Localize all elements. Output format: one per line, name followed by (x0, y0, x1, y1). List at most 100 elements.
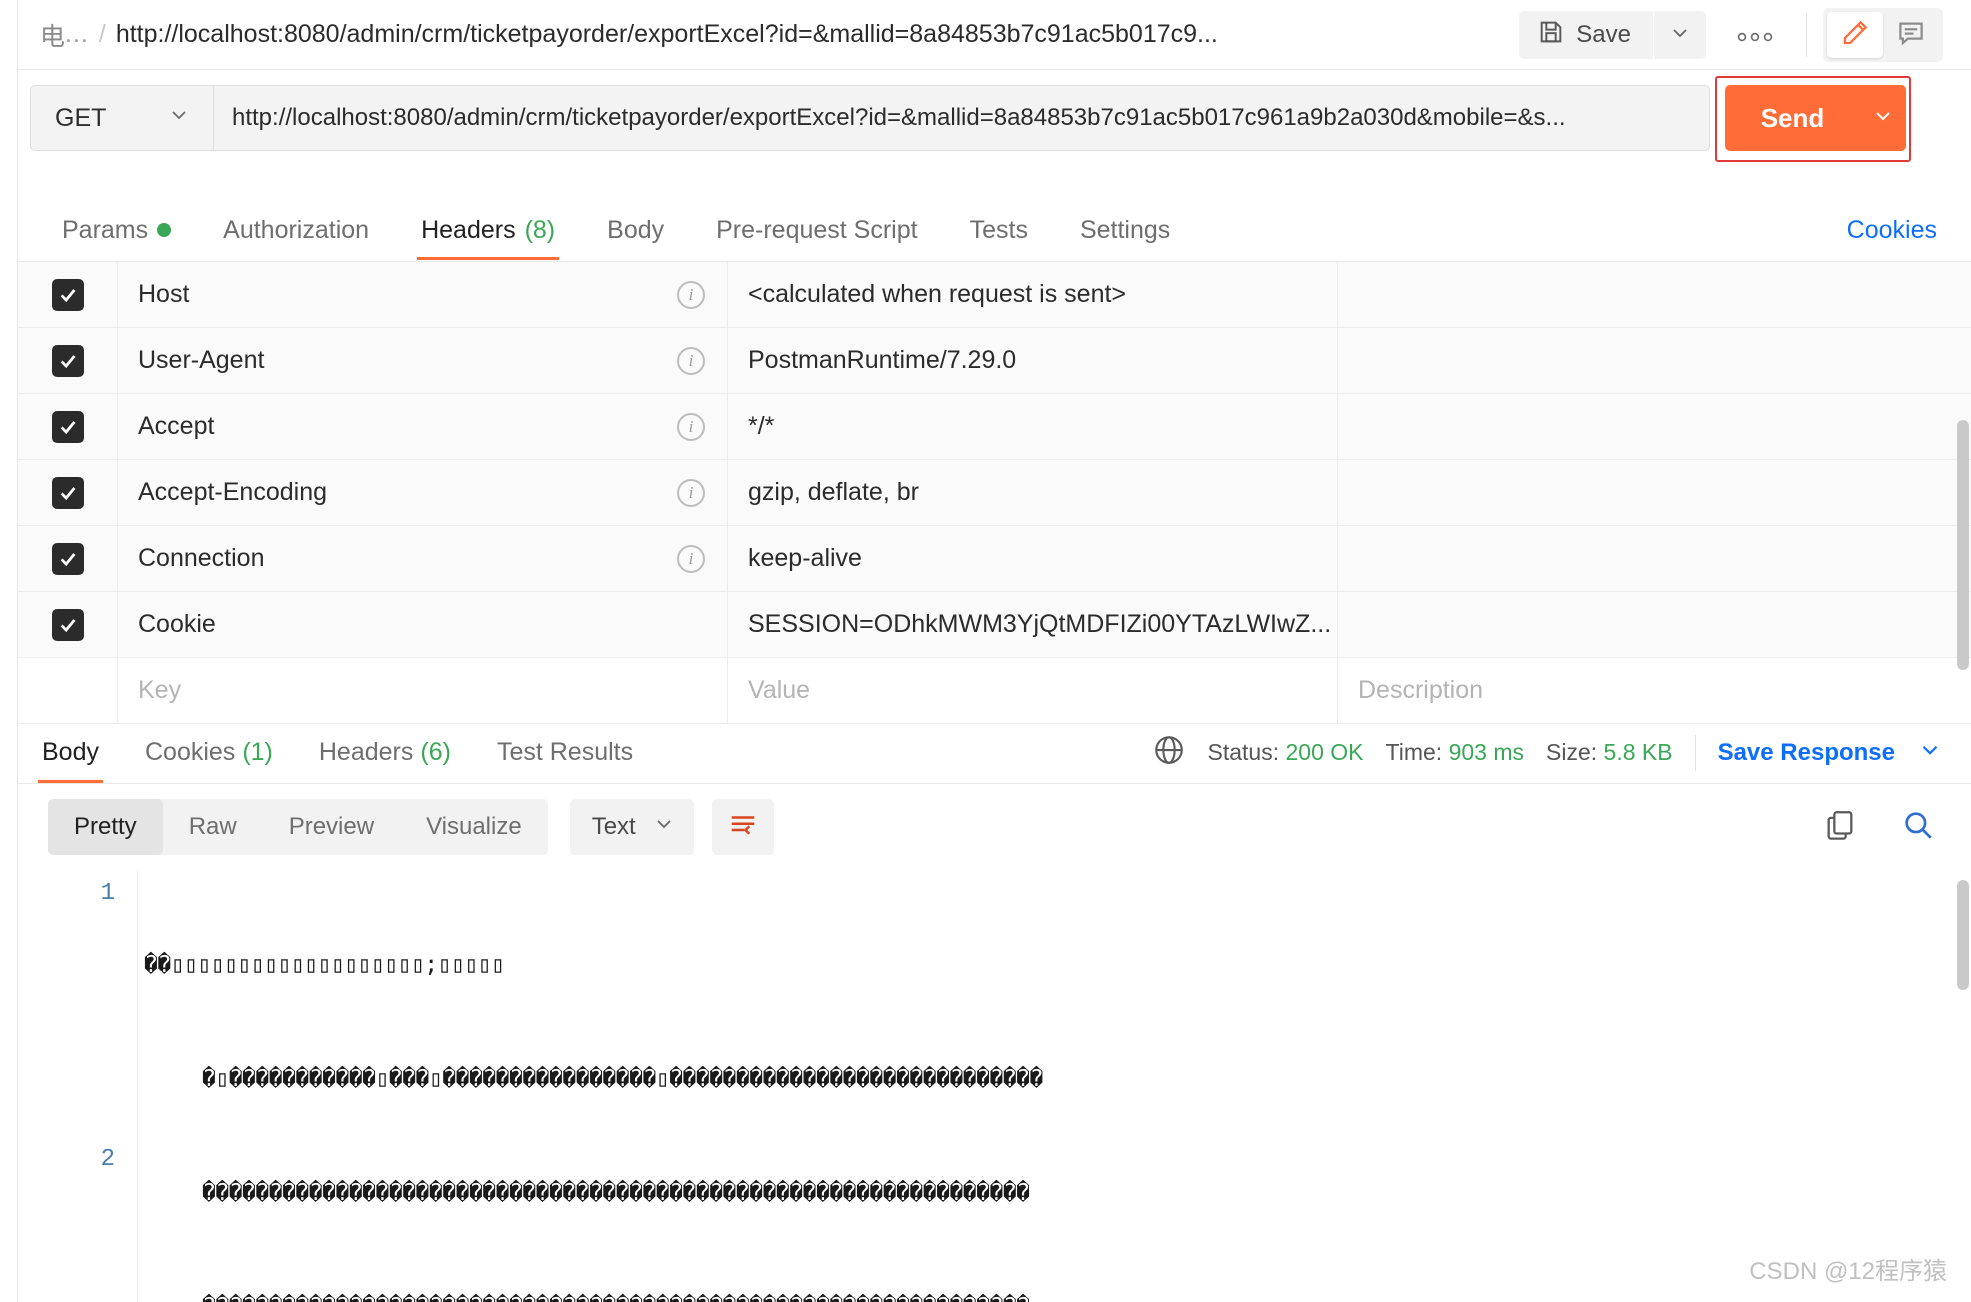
row-checkbox-cell (18, 658, 118, 723)
code-line: ����������������������������������������… (144, 1174, 1971, 1212)
top-bar: 电 ... / http://localhost:8080/admin/crm/… (18, 0, 1971, 70)
view-mode-visualize[interactable]: Visualize (400, 799, 548, 855)
word-wrap-button[interactable] (712, 799, 774, 855)
table-row: Connection i keep-alive (18, 526, 1971, 592)
header-enabled-checkbox[interactable] (52, 477, 84, 509)
header-enabled-checkbox[interactable] (52, 543, 84, 575)
url-input[interactable]: http://localhost:8080/admin/crm/ticketpa… (214, 86, 1709, 150)
header-enabled-checkbox[interactable] (52, 279, 84, 311)
info-icon[interactable]: i (677, 413, 705, 441)
response-tab-test-results[interactable]: Test Results (483, 723, 647, 783)
save-options-button[interactable] (1654, 11, 1706, 59)
copy-icon[interactable] (1823, 808, 1857, 847)
header-key-text: Accept (138, 412, 214, 441)
method-label: GET (55, 104, 106, 133)
breadcrumb-collection[interactable]: 电 (40, 17, 65, 53)
table-row: Accept-Encoding i gzip, deflate, br (18, 460, 1971, 526)
save-response-button[interactable]: Save Response (1718, 739, 1895, 767)
header-description-cell[interactable] (1338, 262, 1971, 327)
save-button[interactable]: Save (1519, 11, 1653, 59)
format-select-label: Text (592, 813, 636, 841)
header-value-cell[interactable]: PostmanRuntime/7.29.0 (728, 328, 1338, 393)
header-value-cell[interactable]: SESSION=ODhkMWM3YjQtMDFIZi00YTAzLWIwZ... (728, 592, 1338, 657)
header-enabled-checkbox[interactable] (52, 411, 84, 443)
cookies-link[interactable]: Cookies (1847, 216, 1937, 245)
request-tabs: Params Authorization Headers (8) Body Pr… (18, 200, 1971, 262)
tab-settings[interactable]: Settings (1064, 200, 1186, 260)
table-row: Accept i */* (18, 394, 1971, 460)
response-tab-cookies-label: Cookies (145, 738, 235, 767)
divider (1806, 13, 1807, 57)
response-header: Body Cookies (1) Headers (6) Test Result… (18, 722, 1971, 784)
breadcrumb[interactable]: 电 ... / http://localhost:8080/admin/crm/… (40, 17, 1218, 53)
response-body-code[interactable]: ��▯▯▯▯▯▯▯▯▯▯▯▯▯▯▯▯▯▯▯;▯▯▯▯▯ �▯����������… (144, 870, 1971, 1302)
response-tab-headers[interactable]: Headers (6) (305, 723, 465, 783)
row-checkbox-cell (18, 460, 118, 525)
header-enabled-checkbox[interactable] (52, 609, 84, 641)
divider (1695, 735, 1696, 771)
tab-params[interactable]: Params (46, 200, 187, 260)
header-description-cell[interactable] (1338, 394, 1971, 459)
header-key-text: Host (138, 280, 189, 309)
info-icon[interactable]: i (677, 479, 705, 507)
postman-window: 电 ... / http://localhost:8080/admin/crm/… (0, 0, 1971, 1302)
headers-scrollbar-thumb[interactable] (1957, 420, 1969, 670)
info-icon[interactable]: i (677, 347, 705, 375)
header-description-cell[interactable] (1338, 328, 1971, 393)
info-icon[interactable]: i (677, 281, 705, 309)
response-body-viewer[interactable]: 1 2 ��▯▯▯▯▯▯▯▯▯▯▯▯▯▯▯▯▯▯▯;▯▯▯▯▯ �▯������… (18, 870, 1971, 1302)
status-group: Status: 200 OK (1208, 739, 1364, 766)
header-value-cell[interactable]: keep-alive (728, 526, 1338, 591)
response-tab-body[interactable]: Body (28, 723, 113, 783)
header-value-cell[interactable]: <calculated when request is sent> (728, 262, 1338, 327)
view-mode-preview[interactable]: Preview (263, 799, 400, 855)
new-key-input[interactable]: Key (118, 658, 728, 723)
word-wrap-icon (728, 810, 758, 845)
more-actions-button[interactable] (1720, 11, 1790, 59)
method-select[interactable]: GET (31, 86, 214, 150)
globe-icon[interactable] (1152, 733, 1186, 773)
response-tab-cookies[interactable]: Cookies (1) (131, 723, 287, 783)
header-key-cell[interactable]: User-Agent i (118, 328, 728, 393)
body-scrollbar-thumb[interactable] (1957, 880, 1969, 990)
request-title[interactable]: http://localhost:8080/admin/crm/ticketpa… (116, 20, 1218, 49)
header-enabled-checkbox[interactable] (52, 345, 84, 377)
breadcrumb-ellipsis: ... (65, 20, 89, 49)
header-key-cell[interactable]: Accept-Encoding i (118, 460, 728, 525)
header-key-text: Accept-Encoding (138, 478, 327, 507)
tab-tests[interactable]: Tests (954, 200, 1044, 260)
line-number-gutter: 1 2 (18, 870, 138, 1302)
header-description-cell[interactable] (1338, 592, 1971, 657)
size-value: 5.8 KB (1604, 739, 1673, 765)
code-line: �▯�����������▯���▯����������������▯�����… (144, 1060, 1971, 1098)
header-value-cell[interactable]: */* (728, 394, 1338, 459)
tab-body[interactable]: Body (591, 200, 680, 260)
view-mode-pretty[interactable]: Pretty (48, 799, 163, 855)
header-description-cell[interactable] (1338, 526, 1971, 591)
send-options-button[interactable] (1860, 85, 1906, 151)
send-button[interactable]: Send (1725, 85, 1860, 151)
header-key-text: Cookie (138, 610, 216, 639)
header-value-cell[interactable]: gzip, deflate, br (728, 460, 1338, 525)
info-icon[interactable]: i (677, 545, 705, 573)
new-description-input[interactable]: Description (1338, 658, 1971, 723)
header-key-cell[interactable]: Accept i (118, 394, 728, 459)
tab-authorization[interactable]: Authorization (207, 200, 385, 260)
tab-pre-request-script[interactable]: Pre-request Script (700, 200, 933, 260)
search-icon[interactable] (1901, 808, 1935, 847)
header-key-cell[interactable]: Connection i (118, 526, 728, 591)
new-value-input[interactable]: Value (728, 658, 1338, 723)
header-description-cell[interactable] (1338, 460, 1971, 525)
response-toolbar: Pretty Raw Preview Visualize Text (18, 784, 1971, 870)
comment-button[interactable] (1883, 12, 1939, 58)
tab-headers[interactable]: Headers (8) (405, 200, 571, 260)
chevron-down-icon[interactable] (1917, 737, 1943, 769)
format-select[interactable]: Text (570, 799, 694, 855)
view-mode-raw[interactable]: Raw (163, 799, 263, 855)
header-key-cell[interactable]: Host i (118, 262, 728, 327)
response-meta: Status: 200 OK Time: 903 ms Size: 5.8 KB… (1152, 733, 1943, 773)
header-key-cell[interactable]: Cookie (118, 592, 728, 657)
edit-button[interactable] (1827, 12, 1883, 58)
tab-headers-label: Headers (421, 216, 516, 245)
row-checkbox-cell (18, 526, 118, 591)
